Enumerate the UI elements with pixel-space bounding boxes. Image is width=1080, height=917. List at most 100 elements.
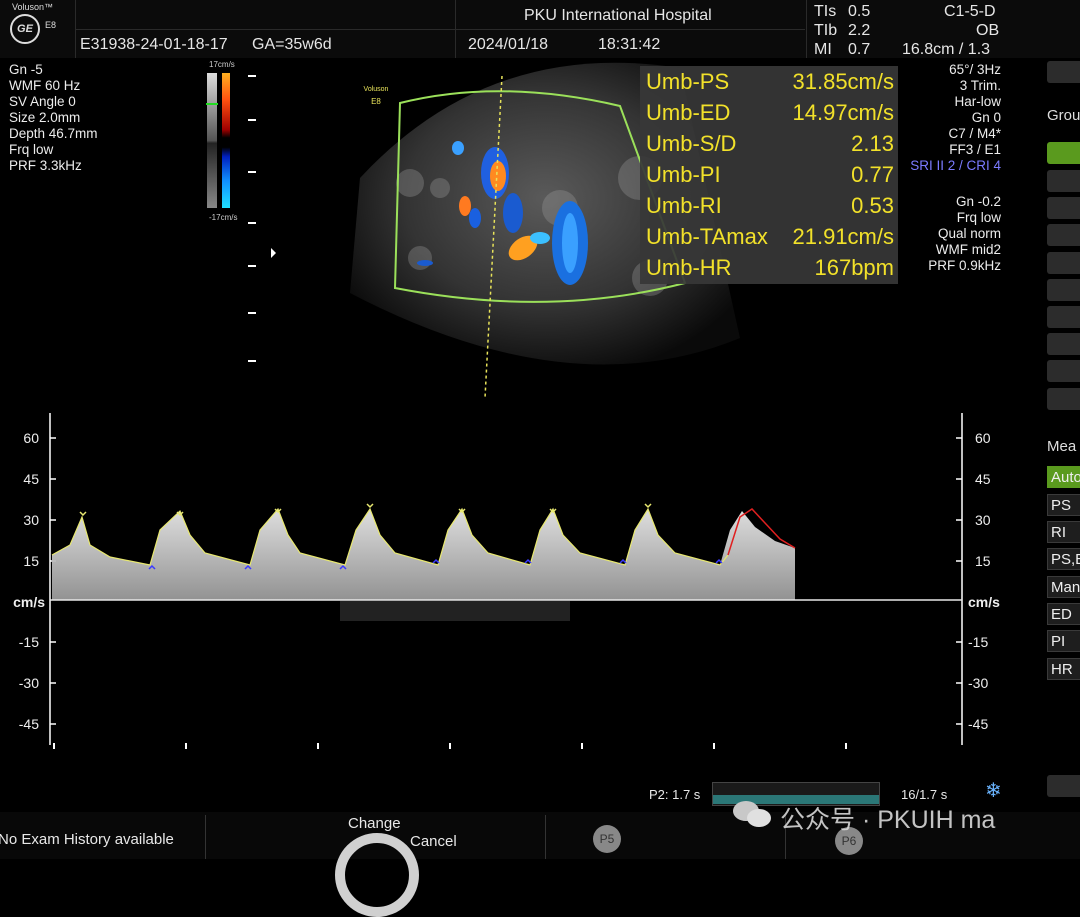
menu-item-ri[interactable]: RI: [1047, 521, 1080, 543]
color-velocity-bar: [207, 73, 217, 208]
param-sv-angle: SV Angle 0: [9, 94, 76, 109]
measurement-row: Umb-S/D 2.13: [646, 131, 894, 156]
exam-history-label: No Exam History available: [0, 831, 174, 848]
watermark-text: 公众号 · PKUIH ma: [780, 806, 996, 834]
y-tick-label: 15: [975, 553, 991, 569]
colorbar-bottom-label: -17cm/s: [209, 213, 238, 222]
y-tick-label: 60: [975, 430, 991, 446]
measurement-row: Umb-ED 14.97cm/s: [646, 100, 894, 125]
param-frequency: Frq low: [9, 142, 54, 157]
application-name: OB: [976, 22, 1000, 39]
y-tick-label: 30: [975, 512, 991, 528]
tis-value: 0.5: [848, 3, 871, 20]
header-bar: Voluson™ E8 GE E31938-24-01-18-17 GA=35w…: [0, 0, 1080, 58]
group-label: Grou: [1047, 107, 1080, 124]
y-tick-label: -30: [18, 675, 39, 691]
y-tick-label: -30: [968, 675, 989, 691]
y-tick-label: 30: [23, 512, 39, 528]
measurement-row: Umb-TAmax 21.91cm/s: [646, 224, 894, 249]
right-ticks: [956, 413, 963, 745]
param-map: C7 / M4*: [948, 126, 1001, 141]
param-sri-cri: SRI II 2 / CRI 4: [910, 158, 1001, 173]
p5-button[interactable]: P5: [593, 825, 621, 853]
model-label: E8: [45, 20, 57, 30]
menu-item-pi[interactable]: PI: [1047, 630, 1080, 652]
group-button[interactable]: [1047, 252, 1080, 274]
y-tick-label: 45: [23, 471, 39, 487]
group-button[interactable]: [1047, 279, 1080, 301]
param-depth: Depth 46.7mm: [9, 126, 98, 141]
trackball-knob[interactable]: [335, 833, 419, 917]
cine-left-label: P2: 1.7 s: [649, 787, 701, 802]
measurement-row: Umb-HR 167bpm: [646, 255, 894, 280]
group-button[interactable]: [1047, 360, 1080, 382]
probe-name: C1-5-D: [944, 3, 996, 20]
hospital-name: PKU International Hospital: [524, 7, 712, 24]
image-model: E8: [371, 97, 381, 106]
tib-label: TIb: [814, 22, 838, 39]
group-button[interactable]: [1047, 197, 1080, 219]
doppler-spectrum: [52, 509, 795, 600]
y-unit-label: cm/s: [968, 594, 1000, 610]
param-size: Size 2.0mm: [9, 110, 81, 125]
menu-item-manual[interactable]: Man: [1047, 576, 1080, 598]
ps-markers: [79, 503, 652, 517]
param-color-gain: Gn -0.2: [955, 194, 1001, 209]
exam-time: 18:31:42: [598, 36, 661, 53]
param-trimester: 3 Trim.: [959, 78, 1001, 93]
group-button[interactable]: [1047, 333, 1080, 355]
measure-label: Mea: [1047, 438, 1077, 455]
exam-date: 2024/01/18: [468, 36, 549, 53]
panel-button[interactable]: [1047, 61, 1080, 83]
depth-zoom: 16.8cm / 1.3: [902, 41, 991, 58]
tib-value: 2.2: [848, 22, 871, 39]
group-button[interactable]: [1047, 388, 1080, 410]
param-color-wmf: WMF mid2: [935, 242, 1001, 257]
spectral-doppler-display: [49, 413, 963, 749]
cancel-label[interactable]: Cancel: [410, 833, 457, 850]
measurement-results-panel: Umb-PS 31.85cm/s Umb-ED 14.97cm/s Umb-S/D 2…: [640, 66, 898, 284]
menu-item-hr[interactable]: HR: [1047, 658, 1080, 680]
y-tick-label: 15: [23, 553, 39, 569]
measurement-row: Umb-PI 0.77: [646, 162, 894, 187]
panel-button[interactable]: [1047, 775, 1080, 797]
time-ticks: [53, 743, 847, 749]
wechat-icon: [733, 797, 773, 831]
param-color-frequency: Frq low: [956, 210, 1001, 225]
color-map-bar: [222, 73, 230, 208]
y-tick-label: -15: [968, 634, 989, 650]
colorbar-top-label: 17cm/s: [209, 60, 235, 69]
gestational-age: GA=35w6d: [252, 36, 332, 53]
param-quality: Qual norm: [937, 226, 1001, 241]
change-label[interactable]: Change: [348, 815, 401, 832]
param-frame-filter: FF3 / E1: [949, 142, 1001, 157]
menu-item-auto[interactable]: Auto: [1047, 466, 1080, 488]
param-wmf: WMF 60 Hz: [9, 78, 81, 93]
tis-label: TIs: [814, 3, 837, 20]
y-tick-label: -45: [18, 716, 39, 732]
param-bmode-gain: Gn 0: [971, 110, 1001, 125]
mi-label: MI: [814, 41, 832, 58]
param-angle-rate: 65°/ 3Hz: [949, 62, 1001, 77]
group-button[interactable]: [1047, 170, 1080, 192]
group-button[interactable]: [1047, 306, 1080, 328]
patient-id: E31938-24-01-18-17: [80, 36, 228, 53]
group-button[interactable]: [1047, 224, 1080, 246]
menu-item-ps[interactable]: PS: [1047, 494, 1080, 516]
pointer-triangle-icon: [271, 248, 276, 258]
param-prf: PRF 3.3kHz: [9, 158, 82, 173]
menu-item-ed[interactable]: ED: [1047, 603, 1080, 625]
y-tick-label: -15: [18, 634, 39, 650]
baseline-marker: [206, 103, 218, 105]
measurement-row: Umb-RI 0.53: [646, 193, 894, 218]
y-tick-label: 45: [975, 471, 991, 487]
param-color-prf: PRF 0.9kHz: [928, 258, 1001, 273]
mi-value: 0.7: [848, 41, 871, 58]
y-tick-label: 60: [23, 430, 39, 446]
ge-logo-icon: GE: [10, 14, 40, 44]
brand-label: Voluson™: [12, 2, 54, 12]
param-gain: Gn -5: [9, 62, 43, 77]
y-tick-label: -45: [968, 716, 989, 732]
menu-item-ps-ed[interactable]: PS,E: [1047, 548, 1080, 570]
group-active-button[interactable]: [1047, 142, 1080, 164]
